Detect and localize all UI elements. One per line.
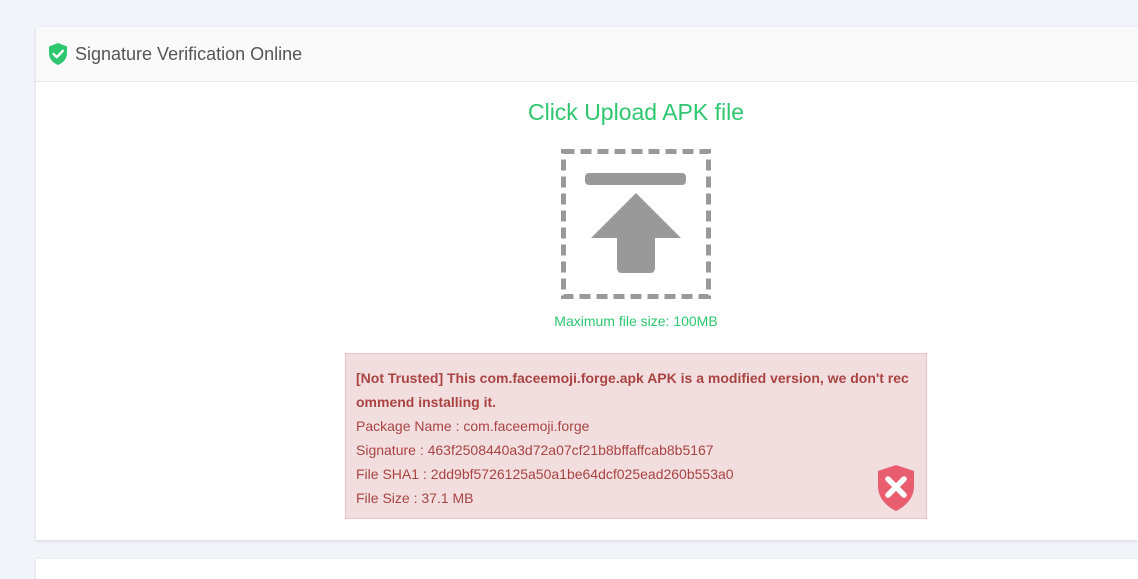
max-file-size-note: Maximum file size: 100MB (554, 313, 718, 329)
secondary-card (36, 559, 1138, 579)
file-sha1-value: File SHA1 : 2dd9bf5726125a50a1be64dcf025… (356, 466, 734, 482)
signature-value: Signature : 463f2508440a3d72a07cf21b8bff… (356, 442, 714, 458)
card-body: Click Upload APK file Maximum file size:… (36, 82, 1138, 539)
file-size-value: File Size : 37.1 MB (356, 490, 474, 506)
verification-card: Signature Verification Online Click Uplo… (36, 27, 1138, 540)
package-name: Package Name : com.faceemoji.forge (356, 418, 590, 434)
card-header: Signature Verification Online (36, 27, 1138, 82)
shield-x-icon (876, 464, 916, 512)
verification-result-alert: [Not Trusted] This com.faceemoji.forge.a… (345, 353, 927, 519)
page-title: Signature Verification Online (75, 43, 303, 64)
verified-shield-icon (47, 42, 69, 66)
upload-title[interactable]: Click Upload APK file (36, 99, 1138, 126)
result-headline: [Not Trusted] This com.faceemoji.forge.a… (356, 370, 909, 410)
upload-dropzone[interactable] (561, 149, 711, 299)
upload-arrow-icon (561, 149, 711, 299)
